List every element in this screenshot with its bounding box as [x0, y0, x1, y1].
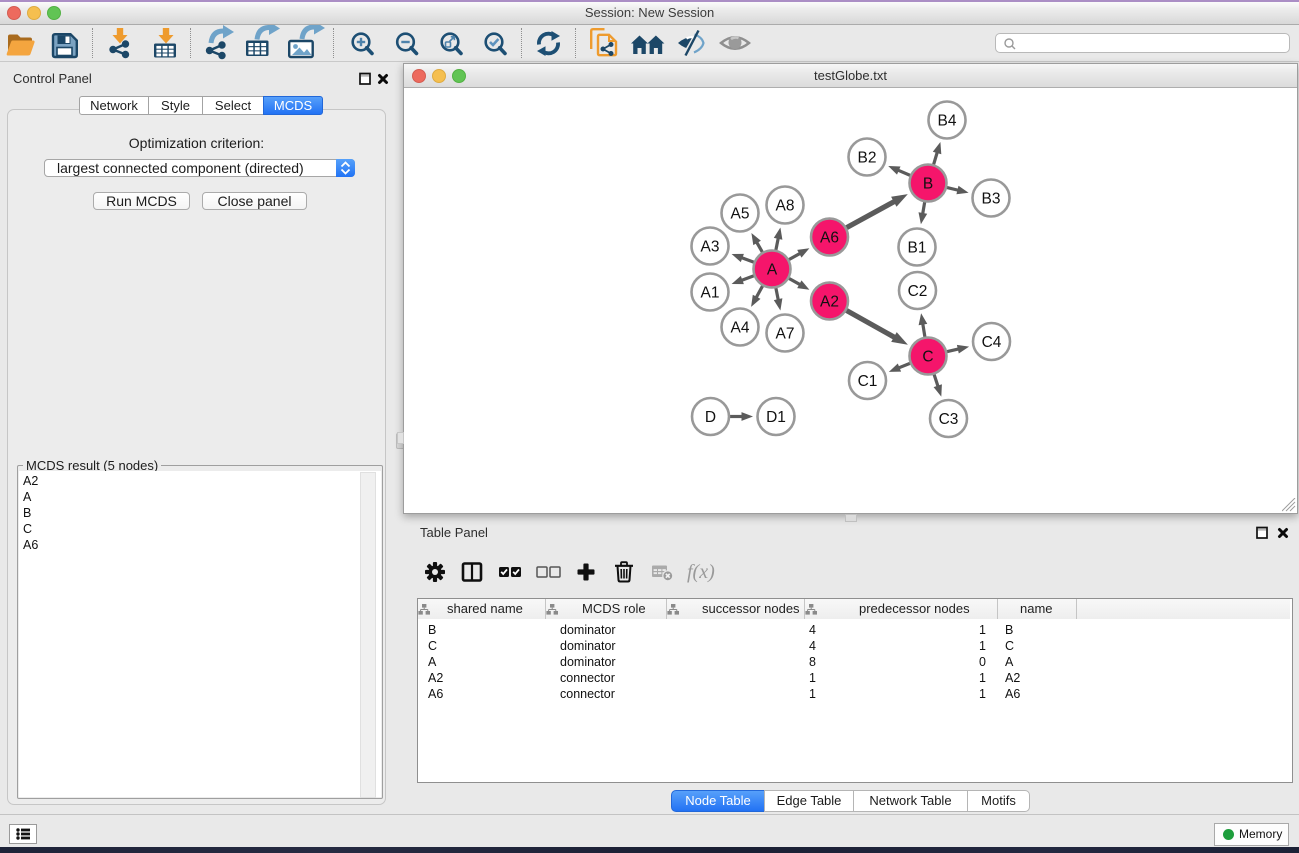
svg-text:C4: C4	[982, 334, 1002, 351]
svg-text:A3: A3	[701, 239, 720, 256]
svg-text:A1: A1	[701, 285, 720, 302]
svg-text:A8: A8	[776, 198, 795, 215]
svg-text:A4: A4	[731, 320, 750, 337]
svg-text:D1: D1	[766, 409, 786, 426]
svg-text:D: D	[705, 409, 716, 426]
svg-text:B4: B4	[938, 113, 957, 130]
svg-text:C1: C1	[858, 373, 878, 390]
svg-text:B: B	[923, 176, 933, 193]
svg-text:C3: C3	[939, 411, 959, 428]
svg-text:B1: B1	[908, 240, 927, 257]
svg-text:C2: C2	[908, 283, 928, 300]
svg-text:A5: A5	[731, 206, 750, 223]
svg-text:B3: B3	[982, 191, 1001, 208]
svg-text:A: A	[767, 262, 778, 279]
svg-text:C: C	[922, 349, 933, 366]
svg-text:B2: B2	[858, 150, 877, 167]
svg-text:A7: A7	[776, 326, 795, 343]
svg-text:A6: A6	[820, 230, 839, 247]
svg-text:A2: A2	[820, 294, 839, 311]
